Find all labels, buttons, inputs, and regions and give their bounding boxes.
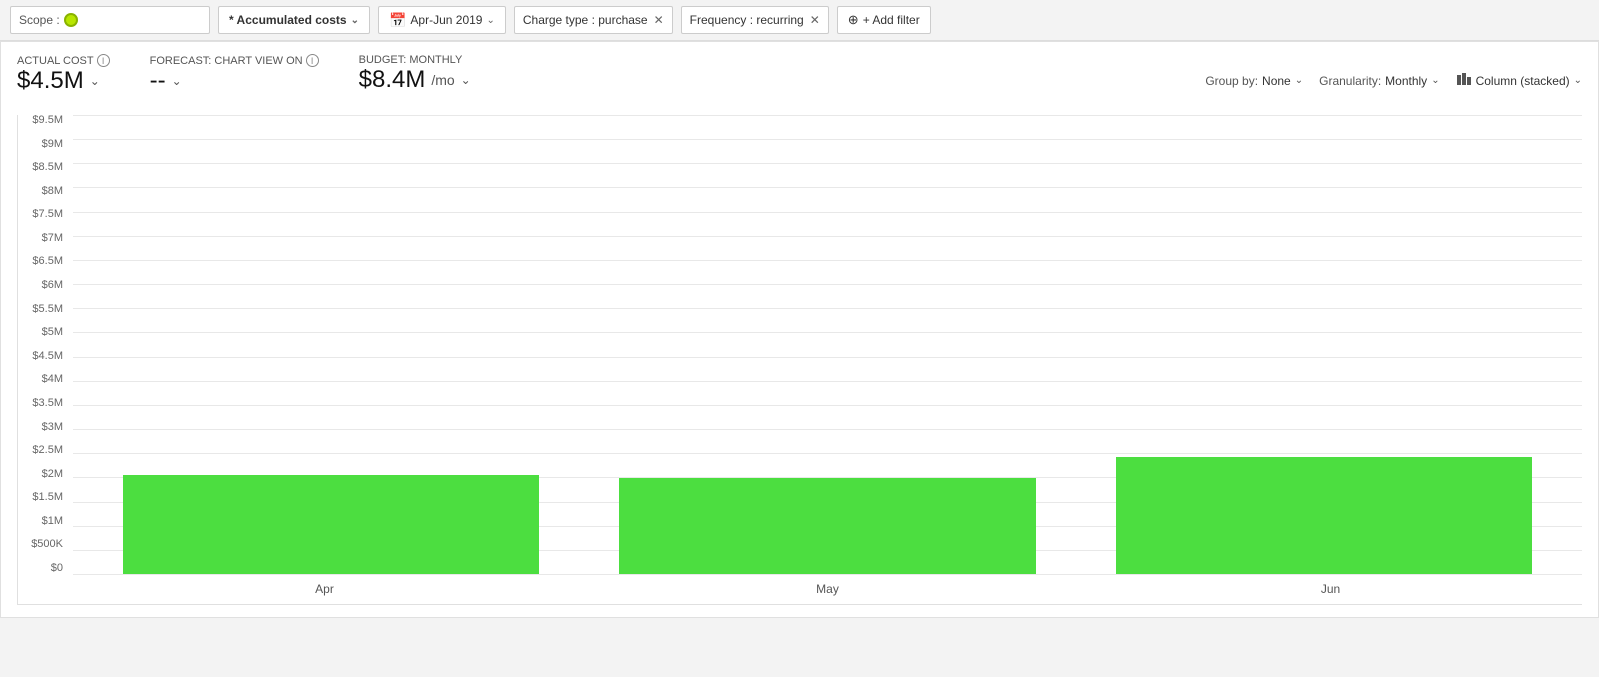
column-chart-icon bbox=[1456, 71, 1472, 90]
chevron-down-icon: ⌄ bbox=[486, 15, 494, 26]
y-label: $6.5M bbox=[18, 256, 69, 267]
y-label: $4M bbox=[18, 374, 69, 385]
frequency-label: Frequency : recurring bbox=[690, 13, 804, 27]
group-by-label: Group by: bbox=[1205, 74, 1258, 88]
y-axis: $9.5M $9M $8.5M $8M $7.5M $7M $6.5M $6M … bbox=[18, 115, 73, 574]
budget-label: BUDGET: MONTHLY bbox=[359, 54, 463, 66]
y-label: $7.5M bbox=[18, 209, 69, 220]
header-row: ACTUAL COST i $4.5M ⌄ FORECAST: CHART VI… bbox=[17, 54, 1582, 107]
bar-group-apr bbox=[83, 115, 579, 574]
chevron-down-icon: ⌄ bbox=[351, 15, 359, 26]
group-by-control[interactable]: Group by: None ⌄ bbox=[1205, 74, 1303, 88]
y-label: $500K bbox=[18, 539, 69, 550]
budget-value: $8.4M bbox=[359, 66, 426, 94]
y-label: $8.5M bbox=[18, 162, 69, 173]
bar-may[interactable] bbox=[619, 478, 1035, 574]
forecast-value: -- bbox=[150, 67, 166, 95]
chart-controls: Group by: None ⌄ Granularity: Monthly ⌄ … bbox=[1205, 71, 1582, 90]
close-icon[interactable]: ✕ bbox=[654, 14, 664, 26]
calendar-icon: 📅 bbox=[389, 12, 406, 29]
chart-wrapper: $9.5M $9M $8.5M $8M $7.5M $7M $6.5M $6M … bbox=[17, 115, 1582, 605]
chevron-down-icon: ⌄ bbox=[1295, 75, 1303, 86]
actual-cost-value: $4.5M bbox=[17, 67, 84, 95]
scope-selector[interactable]: Scope : bbox=[10, 6, 210, 34]
accumulated-costs-label: * Accumulated costs bbox=[229, 13, 347, 27]
y-label: $5M bbox=[18, 327, 69, 338]
forecast-info-icon[interactable]: i bbox=[306, 54, 319, 67]
y-label: $9.5M bbox=[18, 115, 69, 126]
scope-label: Scope : bbox=[19, 13, 60, 27]
x-axis: Apr May Jun bbox=[73, 574, 1582, 604]
date-range-dropdown[interactable]: 📅 Apr-Jun 2019 ⌄ bbox=[378, 6, 506, 34]
metrics-row: ACTUAL COST i $4.5M ⌄ FORECAST: CHART VI… bbox=[17, 54, 471, 95]
y-label: $2.5M bbox=[18, 445, 69, 456]
granularity-value: Monthly bbox=[1385, 74, 1427, 88]
chart-area: $9.5M $9M $8.5M $8M $7.5M $7M $6.5M $6M … bbox=[17, 115, 1582, 605]
x-label-apr: Apr bbox=[73, 574, 576, 604]
actual-cost-info-icon[interactable]: i bbox=[97, 54, 110, 67]
granularity-control[interactable]: Granularity: Monthly ⌄ bbox=[1319, 74, 1439, 88]
forecast-block: FORECAST: CHART VIEW ON i -- ⌄ bbox=[150, 54, 319, 95]
chart-inner bbox=[73, 115, 1582, 574]
bars-container bbox=[73, 115, 1582, 574]
plus-filter-icon: ⊕ bbox=[848, 12, 859, 28]
filter-bar: Scope : * Accumulated costs ⌄ 📅 Apr-Jun … bbox=[0, 0, 1599, 41]
add-filter-button[interactable]: ⊕ + Add filter bbox=[837, 6, 931, 34]
charge-type-label: Charge type : purchase bbox=[523, 13, 648, 27]
y-label: $3.5M bbox=[18, 398, 69, 409]
chevron-down-icon: ⌄ bbox=[1431, 75, 1439, 86]
forecast-label: FORECAST: CHART VIEW ON bbox=[150, 55, 303, 67]
chart-type-control[interactable]: Column (stacked) ⌄ bbox=[1456, 71, 1582, 90]
x-label-may: May bbox=[576, 574, 1079, 604]
group-by-value: None bbox=[1262, 74, 1291, 88]
chevron-down-icon[interactable]: ⌄ bbox=[90, 74, 100, 88]
y-label: $1M bbox=[18, 516, 69, 527]
bar-apr[interactable] bbox=[123, 475, 539, 574]
close-icon[interactable]: ✕ bbox=[810, 14, 820, 26]
add-filter-label: + Add filter bbox=[863, 13, 920, 27]
y-label: $2M bbox=[18, 469, 69, 480]
y-label: $3M bbox=[18, 422, 69, 433]
chart-type-value: Column (stacked) bbox=[1476, 74, 1570, 88]
main-content: ACTUAL COST i $4.5M ⌄ FORECAST: CHART VI… bbox=[0, 41, 1599, 618]
y-label: $6M bbox=[18, 280, 69, 291]
budget-suffix: /mo bbox=[431, 72, 454, 88]
accumulated-costs-dropdown[interactable]: * Accumulated costs ⌄ bbox=[218, 6, 370, 34]
chevron-down-icon[interactable]: ⌄ bbox=[172, 74, 182, 88]
bar-jun[interactable] bbox=[1116, 457, 1532, 574]
granularity-label: Granularity: bbox=[1319, 74, 1381, 88]
y-label: $5.5M bbox=[18, 304, 69, 315]
y-label: $9M bbox=[18, 139, 69, 150]
x-label-jun: Jun bbox=[1079, 574, 1582, 604]
charge-type-filter[interactable]: Charge type : purchase ✕ bbox=[514, 6, 673, 34]
bar-group-jun bbox=[1076, 115, 1572, 574]
y-label: $0 bbox=[18, 563, 69, 574]
date-range-label: Apr-Jun 2019 bbox=[410, 13, 482, 27]
chevron-down-icon: ⌄ bbox=[1574, 75, 1582, 86]
actual-cost-block: ACTUAL COST i $4.5M ⌄ bbox=[17, 54, 110, 95]
y-label: $8M bbox=[18, 186, 69, 197]
y-label: $1.5M bbox=[18, 492, 69, 503]
chevron-down-icon[interactable]: ⌄ bbox=[461, 73, 471, 87]
actual-cost-label: ACTUAL COST bbox=[17, 55, 94, 67]
frequency-filter[interactable]: Frequency : recurring ✕ bbox=[681, 6, 829, 34]
y-label: $7M bbox=[18, 233, 69, 244]
bar-group-may bbox=[579, 115, 1075, 574]
y-label: $4.5M bbox=[18, 351, 69, 362]
scope-dot-icon bbox=[64, 13, 78, 27]
budget-block: BUDGET: MONTHLY $8.4M /mo ⌄ bbox=[359, 54, 471, 94]
